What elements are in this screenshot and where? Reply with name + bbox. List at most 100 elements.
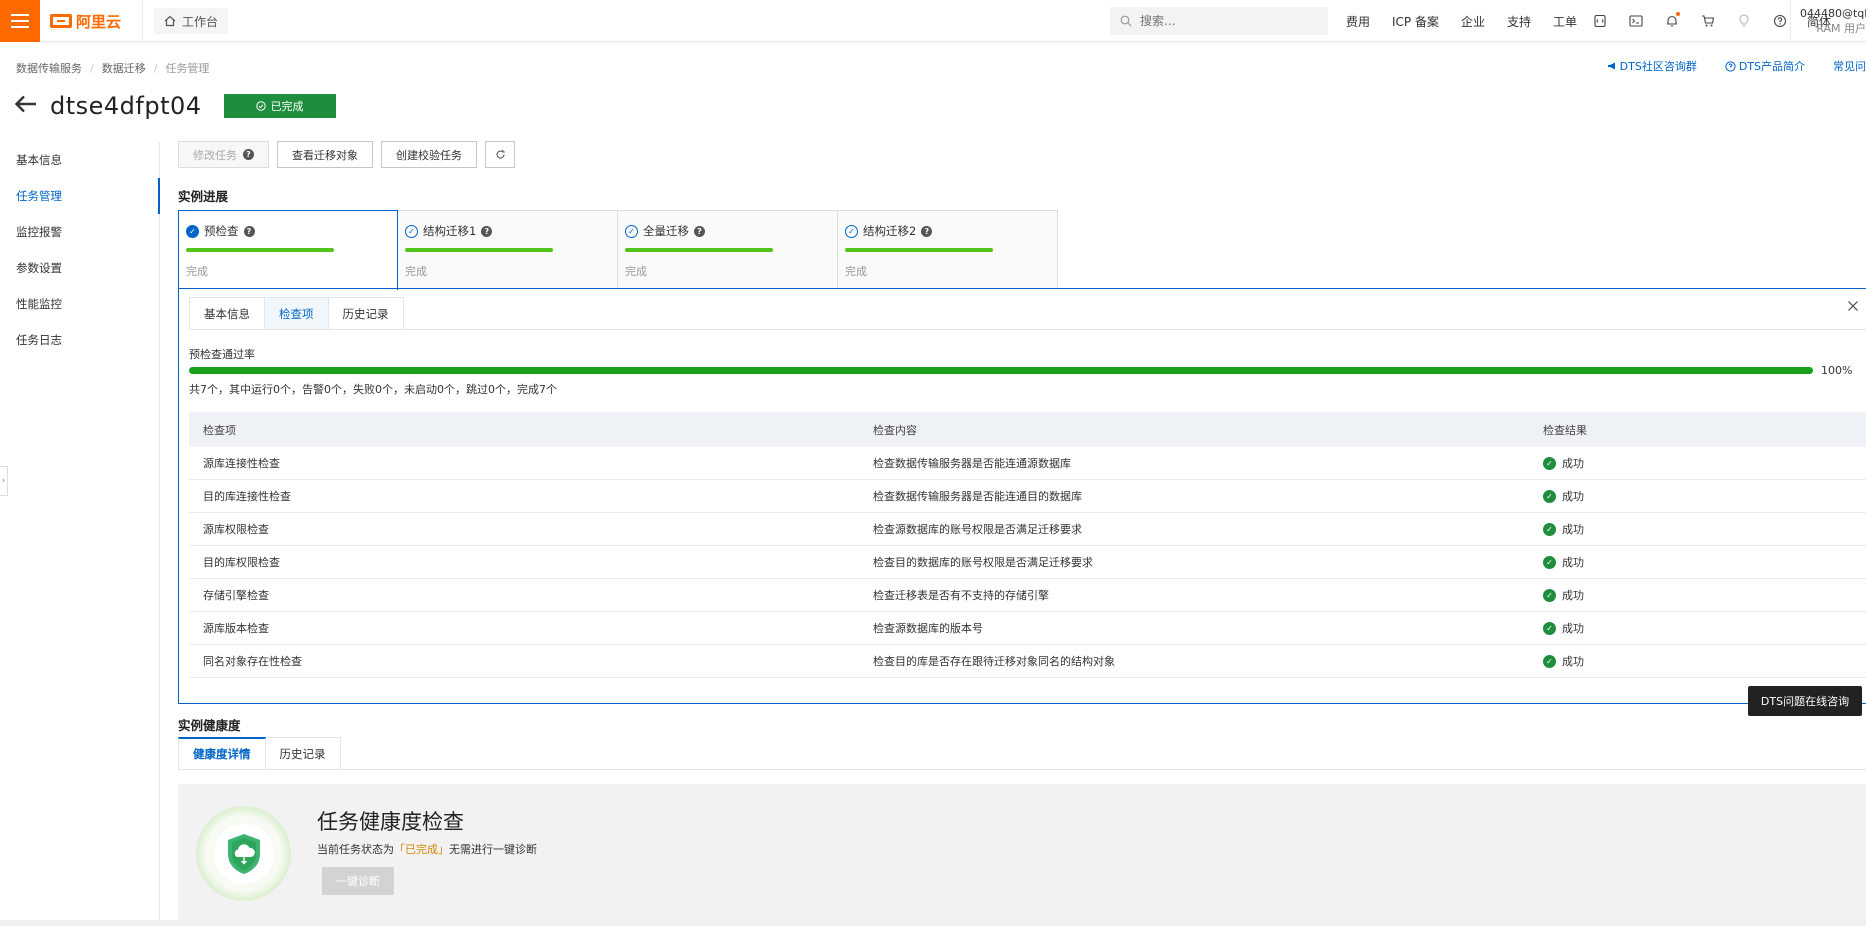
tab-underline xyxy=(189,329,1866,330)
search-box[interactable] xyxy=(1110,7,1328,35)
sidebar: 基本信息 任务管理 监控报警 参数设置 性能监控 任务日志 xyxy=(0,142,160,926)
check-result-label: 成功 xyxy=(1562,523,1584,536)
nav-ticket[interactable]: 工单 xyxy=(1553,13,1577,30)
sidebar-item-basic-info[interactable]: 基本信息 xyxy=(0,142,159,178)
logo-mark-icon xyxy=(50,14,72,28)
breadcrumb-separator: / xyxy=(90,61,94,75)
help-icon[interactable]: ? xyxy=(481,225,493,237)
breadcrumb-migration[interactable]: 数据迁移 xyxy=(102,60,146,76)
sidebar-item-task-management[interactable]: 任务管理 xyxy=(0,178,160,214)
check-item-name: 源库版本检查 xyxy=(203,622,269,635)
table-header: 检查项 检查内容 检查结果 xyxy=(189,412,1866,447)
step-card[interactable]: ✓ 预检查? 完成 xyxy=(178,210,398,290)
check-item-content: 检查源数据库的版本号 xyxy=(873,622,983,635)
step-card[interactable]: ✓ 全量迁移? 完成 xyxy=(618,210,838,289)
aliyun-logo[interactable]: 阿里云 xyxy=(50,10,121,32)
brand-name: 阿里云 xyxy=(76,12,122,31)
account-menu[interactable]: 044480@tql... RAM 用户 xyxy=(1800,6,1866,36)
view-objects-button[interactable]: 查看迁移对象 xyxy=(277,141,373,168)
check-item-result: ✓ 成功 xyxy=(1543,521,1866,537)
breadcrumb-separator: / xyxy=(153,61,158,75)
help-icon[interactable] xyxy=(1771,12,1789,30)
faq-link[interactable]: 常见问 xyxy=(1833,58,1866,74)
step-card[interactable]: ✓ 结构迁移1? 完成 xyxy=(398,210,618,289)
community-link[interactable]: DTS社区咨询群 xyxy=(1607,58,1697,74)
tab-history[interactable]: 历史记录 xyxy=(328,297,404,330)
step-progress-bar xyxy=(845,248,993,252)
success-check-icon: ✓ xyxy=(1543,621,1556,635)
check-item-result: ✓ 成功 xyxy=(1543,455,1866,471)
health-desc-suffix: 无需进行一键诊断 xyxy=(449,843,537,856)
check-result-label: 成功 xyxy=(1562,556,1584,569)
check-result-label: 成功 xyxy=(1562,622,1584,635)
sidebar-collapse-handle[interactable]: › xyxy=(0,466,8,496)
bell-icon[interactable] xyxy=(1663,12,1681,30)
table-row: 存储引擎检查 检查迁移表是否有不支持的存储引擎 ✓ 成功 xyxy=(189,579,1866,612)
table-body: 源库连接性检查 检查数据传输服务器是否能连通源数据库 ✓ 成功 目的库连接性检查 检查数据… xyxy=(189,447,1866,678)
check-item-content: 检查目的数据库的账号权限是否满足迁移要求 xyxy=(873,556,1093,569)
product-intro-link[interactable]: DTS产品简介 xyxy=(1725,58,1805,74)
check-item-result: ✓ 成功 xyxy=(1543,587,1866,603)
menu-icon[interactable] xyxy=(0,0,40,42)
horizontal-scrollbar[interactable] xyxy=(0,920,1866,926)
nav-icp[interactable]: ICP 备案 xyxy=(1392,13,1439,30)
breadcrumb-dts[interactable]: 数据传输服务 xyxy=(16,60,82,76)
back-arrow-icon[interactable] xyxy=(14,93,38,119)
refresh-icon xyxy=(496,150,505,159)
table-row: 目的库连接性检查 检查数据传输服务器是否能连通目的数据库 ✓ 成功 xyxy=(189,480,1866,513)
code-icon[interactable] xyxy=(1591,12,1609,30)
success-check-icon: ✓ xyxy=(1543,456,1556,470)
sidebar-item-task-log[interactable]: 任务日志 xyxy=(0,322,159,358)
close-icon[interactable] xyxy=(1847,297,1859,316)
check-items-table: 检查项 检查内容 检查结果 源库连接性检查 检查数据传输服务器是否能连通源数据库 ✓… xyxy=(189,412,1866,678)
sidebar-item-monitoring-alerts[interactable]: 监控报警 xyxy=(0,214,159,250)
terminal-icon[interactable] xyxy=(1627,12,1645,30)
tab-basic-info[interactable]: 基本信息 xyxy=(189,297,265,330)
health-tabs: 健康度详情 历史记录 xyxy=(178,737,341,770)
check-item-content: 检查数据传输服务器是否能连通源数据库 xyxy=(873,457,1071,470)
nav-fees[interactable]: 费用 xyxy=(1346,13,1370,30)
check-item-result: ✓ 成功 xyxy=(1543,488,1866,504)
check-circle-icon xyxy=(255,101,266,111)
tab-health-details[interactable]: 健康度详情 xyxy=(178,737,266,770)
column-header-content: 检查内容 xyxy=(873,423,917,437)
step-card[interactable]: ✓ 结构迁移2? 完成 xyxy=(838,210,1058,289)
check-circle-icon: ✓ xyxy=(186,224,199,238)
check-result-label: 成功 xyxy=(1562,490,1584,503)
create-check-task-button[interactable]: 创建校验任务 xyxy=(381,141,477,168)
check-circle-icon: ✓ xyxy=(405,224,418,238)
success-check-icon: ✓ xyxy=(1543,588,1556,602)
tab-health-history[interactable]: 历史记录 xyxy=(265,737,341,770)
search-input[interactable] xyxy=(1140,14,1310,28)
sidebar-item-performance[interactable]: 性能监控 xyxy=(0,286,159,322)
help-icon[interactable]: ? xyxy=(694,225,705,237)
check-item-result: ✓ 成功 xyxy=(1543,554,1866,570)
help-icon[interactable]: ? xyxy=(243,149,254,160)
help-icon[interactable]: ? xyxy=(921,225,933,237)
tab-check-items[interactable]: 检查项 xyxy=(265,297,329,330)
modify-task-button[interactable]: 修改任务 ? xyxy=(178,141,269,168)
health-card-title: 任务健康度检查 xyxy=(317,810,464,834)
notification-dot xyxy=(1676,12,1681,16)
question-circle-icon xyxy=(1725,60,1736,72)
nav-support[interactable]: 支持 xyxy=(1507,13,1531,30)
progress-section-title: 实例进展 xyxy=(178,189,229,204)
cart-icon[interactable] xyxy=(1699,12,1717,30)
step-status: 完成 xyxy=(845,265,867,278)
success-check-icon: ✓ xyxy=(1543,555,1556,569)
step-header: ✓ 全量迁移? xyxy=(625,223,830,239)
sidebar-item-parameters[interactable]: 参数设置 xyxy=(0,250,159,286)
help-icon[interactable]: ? xyxy=(243,225,255,237)
refresh-button[interactable] xyxy=(485,141,515,168)
step-status: 完成 xyxy=(186,265,208,278)
lightbulb-icon[interactable] xyxy=(1735,12,1753,30)
help-links: DTS社区咨询群 DTS产品简介 常见问 xyxy=(1607,58,1866,74)
online-consult-button[interactable]: DTS问题在线咨询 xyxy=(1748,686,1862,716)
nav-enterprise[interactable]: 企业 xyxy=(1461,13,1485,30)
one-click-diagnose-button[interactable]: 一键诊断 xyxy=(322,867,394,895)
check-circle-icon: ✓ xyxy=(845,224,858,238)
step-header: ✓ 结构迁移2? xyxy=(845,223,1050,239)
check-item-name: 目的库连接性检查 xyxy=(203,490,291,503)
workbench-button[interactable]: 工作台 xyxy=(154,8,229,34)
check-item-name: 目的库权限检查 xyxy=(203,556,280,569)
